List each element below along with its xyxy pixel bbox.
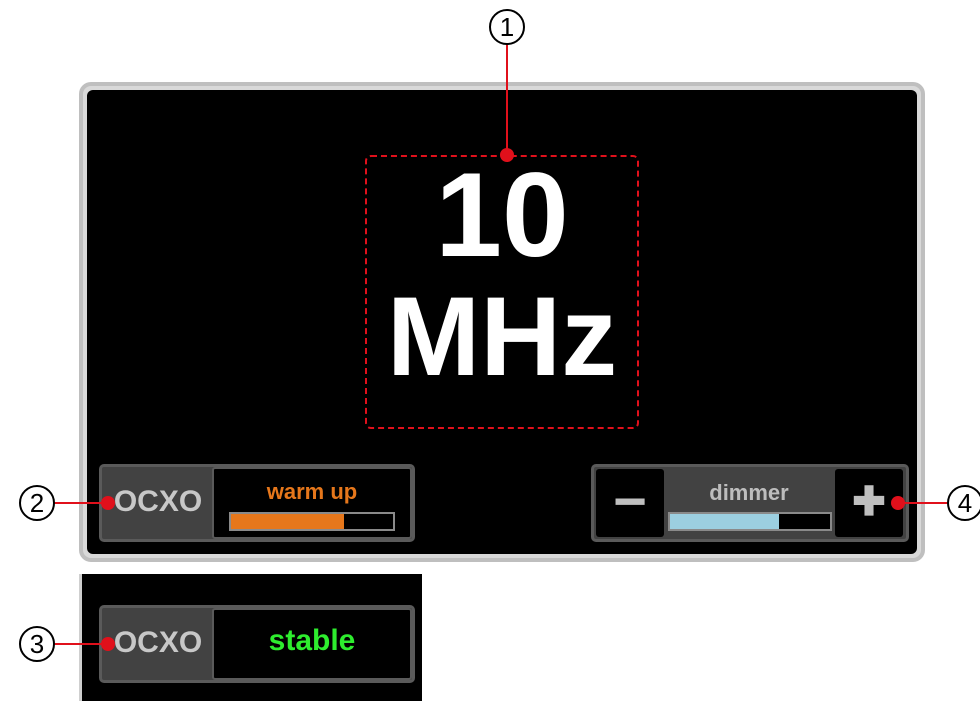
dimmer-level-fill bbox=[670, 514, 779, 529]
callout-3-dot bbox=[101, 637, 115, 651]
ocxo-label: OCXO bbox=[113, 485, 203, 518]
frequency-value: 10 bbox=[435, 148, 569, 282]
callout-2-dot bbox=[101, 496, 115, 510]
callout-4: 4 bbox=[947, 485, 980, 521]
ocxo-status-stable: stable bbox=[268, 624, 356, 657]
dimmer-minus-button[interactable]: − bbox=[596, 469, 664, 537]
frequency-unit: MHz bbox=[386, 274, 618, 399]
ocxo-label: OCXO bbox=[113, 626, 203, 659]
callout-1-leader bbox=[506, 44, 508, 154]
callout-4-leader bbox=[898, 502, 948, 504]
warmup-progress-bar bbox=[229, 512, 395, 531]
warmup-progress-fill bbox=[231, 514, 345, 529]
callout-1-dot bbox=[500, 148, 514, 162]
callout-2: 2 bbox=[19, 485, 55, 521]
callout-1: 1 bbox=[489, 9, 525, 45]
ocxo-status-warmup: warm up bbox=[266, 479, 358, 504]
dimmer-label: dimmer bbox=[709, 480, 789, 505]
dimmer-level-bar[interactable] bbox=[668, 512, 832, 531]
callout-4-dot bbox=[891, 496, 905, 510]
callout-3: 3 bbox=[19, 626, 55, 662]
